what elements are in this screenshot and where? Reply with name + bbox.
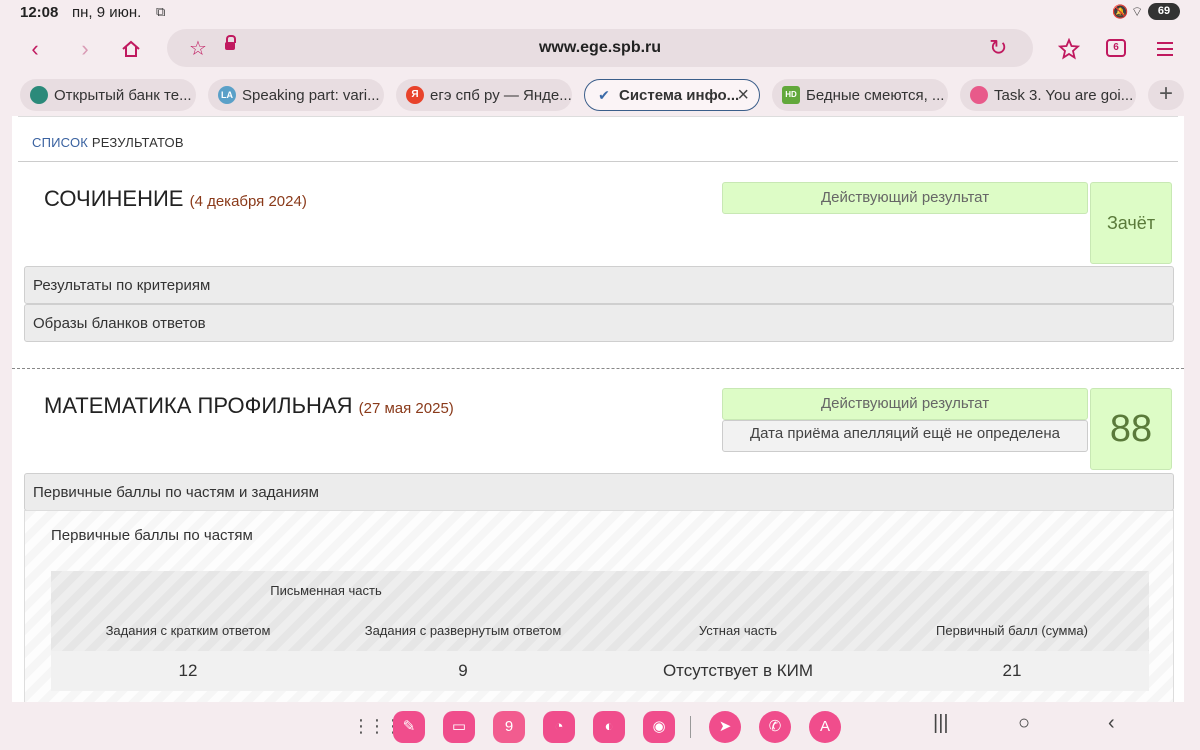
address-bar[interactable]: ☆ www.ege.spb.ru ↻ xyxy=(167,29,1033,67)
recents-icon[interactable]: ||| xyxy=(933,712,949,735)
primary-scores-panel: Первичные баллы по частям Письменная час… xyxy=(24,510,1174,702)
battery-indicator: 69 xyxy=(1148,3,1180,20)
tab-label: Бедные смеются, ... xyxy=(806,86,945,104)
criteria-results-section[interactable]: Результаты по критериям xyxy=(24,266,1174,304)
subject-name: МАТЕМАТИКА ПРОФИЛЬНАЯ xyxy=(44,393,353,418)
home-icon xyxy=(122,40,140,57)
breadcrumb-link[interactable]: СПИСОК xyxy=(32,135,88,150)
tab-favicon-icon xyxy=(30,86,48,104)
column-header: Первичный балл (сумма) xyxy=(936,623,1088,638)
table-row: 12 9 Отсутствует в КИМ 21 xyxy=(51,651,1149,691)
table-header: Письменная часть Задания с кратким ответ… xyxy=(51,571,1149,651)
result-status: Действующий результат xyxy=(722,182,1088,214)
column-header: Задания с развернутым ответом xyxy=(364,623,562,638)
table-cell: 21 xyxy=(1002,661,1022,680)
screenshot-icon: ⧉ xyxy=(156,4,166,19)
subject-title: МАТЕМАТИКА ПРОФИЛЬНАЯ (27 мая 2025) xyxy=(44,393,454,419)
url-text: www.ege.spb.ru xyxy=(538,39,662,56)
messages-app-icon[interactable]: ◔ xyxy=(543,711,575,743)
browser-tab[interactable]: HD Бедные смеются, ... xyxy=(772,79,948,111)
score-box: 88 xyxy=(1090,388,1172,470)
telegram-app-icon[interactable]: ➤ xyxy=(709,711,741,743)
breadcrumb-current: РЕЗУЛЬТАТОВ xyxy=(91,135,184,150)
browser-tab[interactable]: Task 3. You are goi... xyxy=(960,79,1136,111)
back-nav-icon[interactable]: ‹ xyxy=(1108,712,1115,735)
translate-app-icon[interactable]: A xyxy=(809,711,841,743)
browser-tab[interactable]: LA Speaking part: vari... xyxy=(208,79,384,111)
files-app-icon[interactable]: ▭ xyxy=(443,711,475,743)
answer-forms-section[interactable]: Образы бланков ответов xyxy=(24,304,1174,342)
menu-icon xyxy=(1157,42,1173,56)
menu-button[interactable] xyxy=(1148,34,1182,64)
browser-tab[interactable]: Открытый банк те... xyxy=(20,79,196,111)
tab-strip: Открытый банк те... LA Speaking part: va… xyxy=(0,77,1200,115)
scores-table: Письменная часть Задания с кратким ответ… xyxy=(51,571,1149,691)
tab-label: Система инфо... xyxy=(619,86,740,104)
whatsapp-app-icon[interactable]: ✆ xyxy=(759,711,791,743)
tab-favicon-icon xyxy=(970,86,988,104)
tab-favicon-icon: LA xyxy=(218,86,236,104)
new-tab-button[interactable]: + xyxy=(1148,80,1184,110)
notes-app-icon[interactable]: ✎ xyxy=(393,711,425,743)
subject-name: СОЧИНЕНИЕ xyxy=(44,186,184,211)
camera-app-icon[interactable]: ◉ xyxy=(643,711,675,743)
home-nav-icon[interactable]: ○ xyxy=(1018,712,1030,735)
tab-label: Task 3. You are goi... xyxy=(994,86,1134,104)
close-tab-icon[interactable]: × xyxy=(737,84,749,107)
table-cell: 9 xyxy=(458,661,468,680)
status-date: пн, 9 июн. xyxy=(72,4,142,21)
subject-title: СОЧИНЕНИЕ (4 декабря 2024) xyxy=(44,186,307,212)
table-cell: Отсутствует в КИМ xyxy=(662,661,814,680)
tab-label: егэ спб ру — Янде... xyxy=(430,86,572,104)
table-cell: 12 xyxy=(178,661,198,680)
page-content: СПИСОК РЕЗУЛЬТАТОВ СОЧИНЕНИЕ (4 декабря … xyxy=(12,116,1184,702)
appeal-status: Дата приёма апелляций ещё не определена xyxy=(722,420,1088,452)
breadcrumb-text: СПИСОК РЕЗУЛЬТАТОВ xyxy=(32,135,184,150)
bookmarks-button[interactable] xyxy=(1052,34,1086,64)
dock-divider xyxy=(690,716,691,738)
tab-favicon-icon: ✔ xyxy=(598,87,610,103)
clock: 12:08 xyxy=(20,4,59,21)
score-box: Зачёт xyxy=(1090,182,1172,264)
taskbar: ⋮⋮⋮ ✎ ▭ 9 ◔ ◐ ◉ ➤ ✆ A ||| ○ ‹ xyxy=(0,702,1200,750)
browser-tab-active[interactable]: ✔ Система инфо... × xyxy=(584,79,760,111)
browser-app-icon[interactable]: ◐ xyxy=(593,711,625,743)
browser-tab[interactable]: Я егэ спб ру — Янде... xyxy=(396,79,572,111)
back-button[interactable]: ‹ xyxy=(18,34,52,64)
tab-label: Открытый банк те... xyxy=(54,86,192,104)
calendar-app-icon[interactable]: 9 xyxy=(493,711,525,743)
result-status: Действующий результат xyxy=(722,388,1088,420)
mute-icon: 🔕 xyxy=(1112,4,1129,19)
browser-toolbar: ‹ › ☆ www.ege.spb.ru ↻ 6 xyxy=(0,26,1200,76)
home-button[interactable] xyxy=(114,34,148,64)
tab-favicon-icon: Я xyxy=(406,86,424,104)
reload-icon[interactable]: ↻ xyxy=(989,35,1007,61)
tab-label: Speaking part: vari... xyxy=(242,86,380,104)
column-header: Задания с кратким ответом xyxy=(105,623,271,638)
bookmarks-icon xyxy=(1058,38,1080,60)
tab-switcher-button[interactable]: 6 xyxy=(1106,39,1126,57)
exam-date: (27 мая 2025) xyxy=(358,400,454,417)
forward-button[interactable]: › xyxy=(68,34,102,64)
divider xyxy=(12,368,1184,369)
breadcrumb: СПИСОК РЕЗУЛЬТАТОВ xyxy=(18,116,1178,162)
panel-title: Первичные баллы по частям xyxy=(51,527,253,544)
wifi-icon: ⌔ xyxy=(1131,4,1144,19)
status-bar: 12:08 пн, 9 июн. ⧉ 🔕 ⌔ 69 xyxy=(0,0,1200,26)
tab-favicon-icon: HD xyxy=(782,86,800,104)
primary-scores-section[interactable]: Первичные баллы по частям и заданиям xyxy=(24,473,1174,511)
exam-date: (4 декабря 2024) xyxy=(189,193,307,210)
group-header: Письменная часть xyxy=(270,583,382,598)
column-header: Устная часть xyxy=(698,623,778,638)
